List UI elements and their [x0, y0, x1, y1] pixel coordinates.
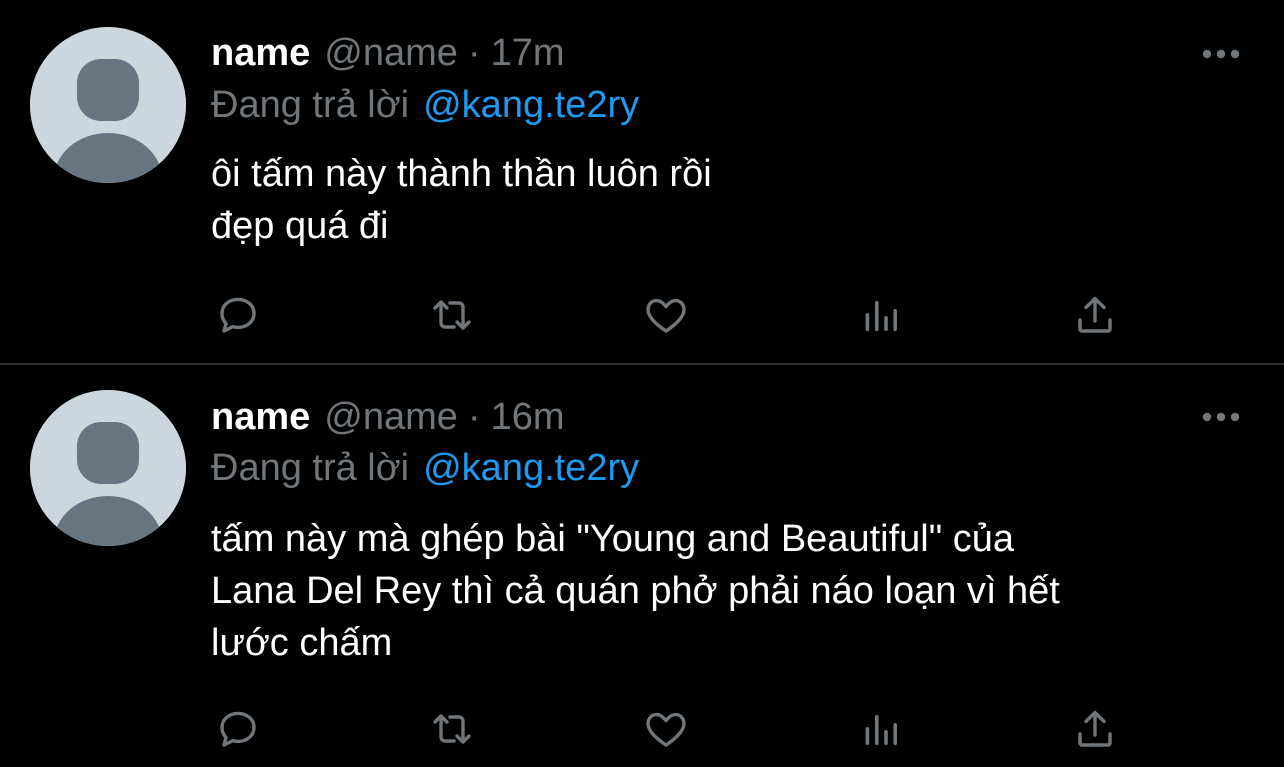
like-button[interactable] — [641, 704, 691, 754]
avatar[interactable] — [30, 390, 186, 546]
tweet-text-line: tấm này mà ghép bài "Young and Beautiful… — [211, 518, 1015, 560]
like-button[interactable] — [641, 290, 691, 340]
retweet-button[interactable] — [427, 290, 477, 340]
tweet-text: ôi tấm này thành thần luôn rồi đẹp quá đ… — [211, 148, 1251, 252]
share-icon — [1078, 710, 1112, 747]
more-icon — [1202, 412, 1240, 422]
user-handle[interactable]: @name — [324, 32, 458, 75]
header-separator: · — [467, 395, 481, 438]
like-icon — [646, 712, 686, 747]
reply-icon — [220, 297, 256, 333]
share-button[interactable] — [1070, 290, 1120, 340]
more-options-button[interactable] — [1198, 402, 1244, 432]
tweet-text-line: đẹp quá đi — [211, 205, 389, 247]
tweet-header: name @name · 17m — [211, 28, 565, 78]
reply-button[interactable] — [213, 704, 263, 754]
tweet[interactable]: name @name · 17m Đang trả lời @kang.te2r… — [0, 0, 1284, 363]
replying-to: Đang trả lời @kang.te2ry — [211, 80, 639, 130]
tweet-text-line: Lana Del Rey thì cả quán phở phải náo lo… — [211, 570, 1060, 612]
more-options-button[interactable] — [1198, 39, 1244, 69]
retweet-icon — [433, 300, 471, 330]
default-profile-icon — [30, 390, 186, 546]
avatar[interactable] — [30, 27, 186, 183]
header-separator: · — [467, 31, 481, 74]
more-icon — [1202, 49, 1240, 59]
tweet[interactable]: name @name · 16m Đang trả lời @kang.te2r… — [0, 365, 1284, 767]
tweet-text: tấm này mà ghép bài "Young and Beautiful… — [211, 513, 1251, 669]
replying-to-label: Đang trả lời — [211, 83, 410, 126]
replying-to-link[interactable]: @kang.te2ry — [423, 84, 639, 127]
display-name[interactable]: name — [211, 32, 310, 75]
action-bar — [0, 290, 1284, 340]
replying-to: Đang trả lời @kang.te2ry — [211, 443, 639, 493]
timeline: name @name · 17m Đang trả lời @kang.te2r… — [0, 0, 1284, 767]
reply-icon — [220, 711, 256, 747]
display-name[interactable]: name — [211, 396, 310, 439]
user-handle[interactable]: @name — [324, 396, 458, 439]
views-button[interactable] — [856, 704, 906, 754]
retweet-icon — [433, 714, 471, 744]
views-button[interactable] — [856, 290, 906, 340]
default-profile-icon — [30, 27, 186, 183]
timestamp[interactable]: 16m — [491, 396, 565, 439]
tweet-text-line: ôi tấm này thành thần luôn rồi — [211, 153, 712, 195]
views-icon — [865, 301, 897, 331]
share-button[interactable] — [1070, 704, 1120, 754]
tweet-header: name @name · 16m — [211, 392, 565, 442]
timestamp[interactable]: 17m — [491, 32, 565, 75]
replying-to-label: Đang trả lời — [211, 446, 410, 489]
replying-to-link[interactable]: @kang.te2ry — [423, 447, 639, 490]
like-icon — [646, 298, 686, 333]
action-bar — [0, 704, 1284, 754]
share-icon — [1078, 296, 1112, 333]
tweet-text-line: lước chấm — [211, 622, 393, 664]
retweet-button[interactable] — [427, 704, 477, 754]
reply-button[interactable] — [213, 290, 263, 340]
views-icon — [865, 715, 897, 745]
